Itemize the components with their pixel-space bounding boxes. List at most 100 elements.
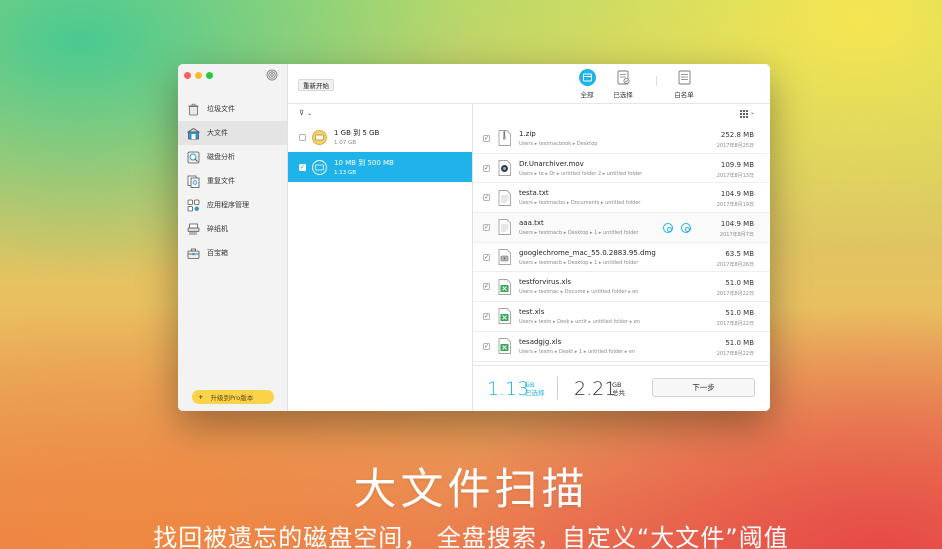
file-date: 2017年8月22日 <box>716 321 754 328</box>
toolbar: 重新开始 全部 已选择 白名单 <box>288 64 770 104</box>
file-size: 252.8 MB <box>720 131 754 139</box>
dmg-file-icon <box>498 249 511 265</box>
file-date: 2017年8月7日 <box>719 232 754 239</box>
file-size: 104.9 MB <box>720 220 754 229</box>
size-range-panel: ⊽ ⌄ 1 GB 到 5 GB 1.07 GB ✓ 10 MB 到 500 MB… <box>288 104 473 411</box>
app-manager-icon <box>187 199 200 211</box>
sidebar-item-label: 应用程序管理 <box>207 201 249 209</box>
file-row[interactable]: ✓ googlechrome_mac_55.0.2883.95.dmg User… <box>473 243 770 273</box>
file-name: testa.txt <box>519 189 549 198</box>
file-row[interactable]: ✓ aaa.txt Users ▸ testmacb ▸ Desktop ▸ 1… <box>473 213 770 243</box>
fingerprint-icon[interactable] <box>266 69 278 81</box>
sidebar-nav: 垃圾文件 大文件 磁盘分析 重复文件 应用程序管理 碎纸机 百宝箱 <box>178 97 287 265</box>
sidebar-item-shredder[interactable]: 碎纸机 <box>178 217 287 241</box>
file-size: 51.0 MB <box>725 279 754 288</box>
excel-file-icon <box>498 278 511 295</box>
file-date: 2017年8月26日 <box>716 261 754 268</box>
reveal-in-finder-icon[interactable] <box>663 223 673 234</box>
promo-subtitle: 找回被遗忘的磁盘空间， 全盘搜索，自定义“大文件”阈值 <box>153 524 789 549</box>
file-list: ✓ 1.zip Users ▸ testmacbook ▸ Desktop 25… <box>473 124 770 362</box>
upgrade-label: 升级到Pro版本 <box>210 394 254 402</box>
file-name: Dr.Unarchiver.mov <box>519 159 584 168</box>
text-file-icon <box>498 189 511 206</box>
range-item[interactable]: 1 GB 到 5 GB 1.07 GB <box>288 122 472 152</box>
add-to-whitelist-icon[interactable] <box>681 223 691 234</box>
filter-icon[interactable]: ⊽ <box>299 109 304 117</box>
range-item-selected[interactable]: ✓ 10 MB 到 500 MB 1.13 GB <box>288 152 472 182</box>
file-path: Users ▸ testn ▸ Desk ▸ untit ▸ untitled … <box>519 318 640 325</box>
next-step-button[interactable]: 下一步 <box>652 378 755 397</box>
file-path: Users ▸ testmacb ▸ Desktop ▸ 1 ▸ untitle… <box>519 259 639 266</box>
disk-icon <box>312 159 327 175</box>
sidebar-item-label: 垃圾文件 <box>207 105 235 113</box>
file-checkbox[interactable]: ✓ <box>483 164 490 172</box>
file-name: testforvirus.xls <box>519 278 572 287</box>
tab-label: 全部 <box>580 91 594 99</box>
close-window-button[interactable] <box>184 72 191 79</box>
tab-selected[interactable]: 已选择 <box>603 69 643 99</box>
selected-files-icon <box>617 70 629 85</box>
file-checkbox[interactable]: ✓ <box>483 312 490 320</box>
file-size: 63.5 MB <box>725 249 754 258</box>
filter-bar[interactable]: ⊽ ⌄ <box>288 104 472 122</box>
file-size: 51.0 MB <box>725 309 754 318</box>
upgrade-pro-button[interactable]: + 升级到Pro版本 <box>192 390 274 404</box>
file-row[interactable]: ✓ testa.txt Users ▸ testmacbo ▸ Document… <box>473 183 770 214</box>
file-date: 2017年8月13日 <box>716 172 754 179</box>
selected-unit-label: GB <box>525 381 535 389</box>
file-row[interactable]: ✓ testforvirus.xls Users ▸ testmac ▸ Doc… <box>473 272 770 303</box>
grid-view-icon[interactable] <box>740 110 748 118</box>
whitelist-icon <box>678 70 690 85</box>
window-controls <box>184 72 213 79</box>
file-date: 2017年8月19日 <box>716 202 754 209</box>
sidebar-item-junk-files[interactable]: 垃圾文件 <box>178 97 287 121</box>
restart-button[interactable]: 重新开始 <box>298 79 334 91</box>
total-size-unit: GB 总共 <box>612 381 625 397</box>
sidebar-item-large-files[interactable]: 大文件 <box>178 121 287 145</box>
file-checkbox[interactable]: ✓ <box>483 283 490 291</box>
promo-title: 大文件扫描 <box>353 465 589 515</box>
zoom-window-button[interactable] <box>206 72 213 79</box>
range-checkbox[interactable]: ✓ <box>299 163 306 171</box>
large-file-box-icon <box>187 127 200 139</box>
selected-size-unit: GB 已选择 <box>525 381 545 397</box>
sidebar-item-label: 百宝箱 <box>207 249 228 257</box>
file-checkbox[interactable]: ✓ <box>483 253 490 261</box>
excel-file-icon <box>498 308 511 325</box>
sidebar-item-label: 磁盘分析 <box>207 153 235 161</box>
file-size: 51.0 MB <box>725 338 754 347</box>
file-date: 2017年8月25日 <box>716 143 754 149</box>
sidebar-item-duplicate-files[interactable]: 重复文件 <box>178 169 287 193</box>
text-file-icon <box>498 219 511 236</box>
file-path: Users ▸ testmacbo ▸ Documents ▸ untitled… <box>519 200 641 207</box>
range-title: 1 GB 到 5 GB <box>334 129 380 137</box>
duplicate-file-icon <box>187 175 200 188</box>
file-row[interactable]: ✓ test.xls Users ▸ testn ▸ Desk ▸ untit … <box>473 302 770 332</box>
tab-whitelist[interactable]: 白名单 <box>664 69 704 99</box>
file-checkbox[interactable]: ✓ <box>483 134 490 142</box>
file-name: test.xls <box>519 307 545 316</box>
file-checkbox[interactable]: ✓ <box>483 342 490 350</box>
sidebar-item-toolbox[interactable]: 百宝箱 <box>178 241 287 265</box>
plus-icon: + <box>198 393 204 401</box>
tab-all[interactable]: 全部 <box>567 69 607 99</box>
file-row[interactable]: ✓ 1.zip Users ▸ testmacbook ▸ Desktop 25… <box>473 124 770 154</box>
chevron-down-icon[interactable]: ⌄ <box>307 110 312 117</box>
file-checkbox[interactable]: ✓ <box>483 194 490 202</box>
chevron-down-icon[interactable]: ⌄ <box>750 109 755 116</box>
disk-analysis-icon <box>187 151 200 163</box>
file-path: Users ▸ testm ▸ Deskt ▸ 1 ▸ untitled fol… <box>519 348 636 355</box>
minimize-window-button[interactable] <box>195 72 202 79</box>
file-size: 109.9 MB <box>720 160 754 169</box>
total-unit-label: GB <box>612 381 622 389</box>
file-row[interactable]: ✓ tesadgjg.xls Users ▸ testm ▸ Deskt ▸ 1… <box>473 332 770 362</box>
sidebar-item-app-manager[interactable]: 应用程序管理 <box>178 193 287 217</box>
file-checkbox[interactable]: ✓ <box>483 223 490 231</box>
file-row[interactable]: ✓ Dr.Unarchiver.mov Users ▸ te ▸ Dr ▸ un… <box>473 154 770 184</box>
sidebar-item-disk-analysis[interactable]: 磁盘分析 <box>178 145 287 169</box>
file-path: Users ▸ testmac ▸ Docume ▸ untitled fold… <box>519 289 639 296</box>
sidebar: 垃圾文件 大文件 磁盘分析 重复文件 应用程序管理 碎纸机 百宝箱 + 升级到P… <box>178 64 288 411</box>
file-path: Users ▸ te ▸ Dr ▸ untitled folder 2 ▸ un… <box>519 170 643 177</box>
range-checkbox[interactable] <box>299 133 306 141</box>
app-window: 垃圾文件 大文件 磁盘分析 重复文件 应用程序管理 碎纸机 百宝箱 + 升级到P… <box>178 64 770 411</box>
